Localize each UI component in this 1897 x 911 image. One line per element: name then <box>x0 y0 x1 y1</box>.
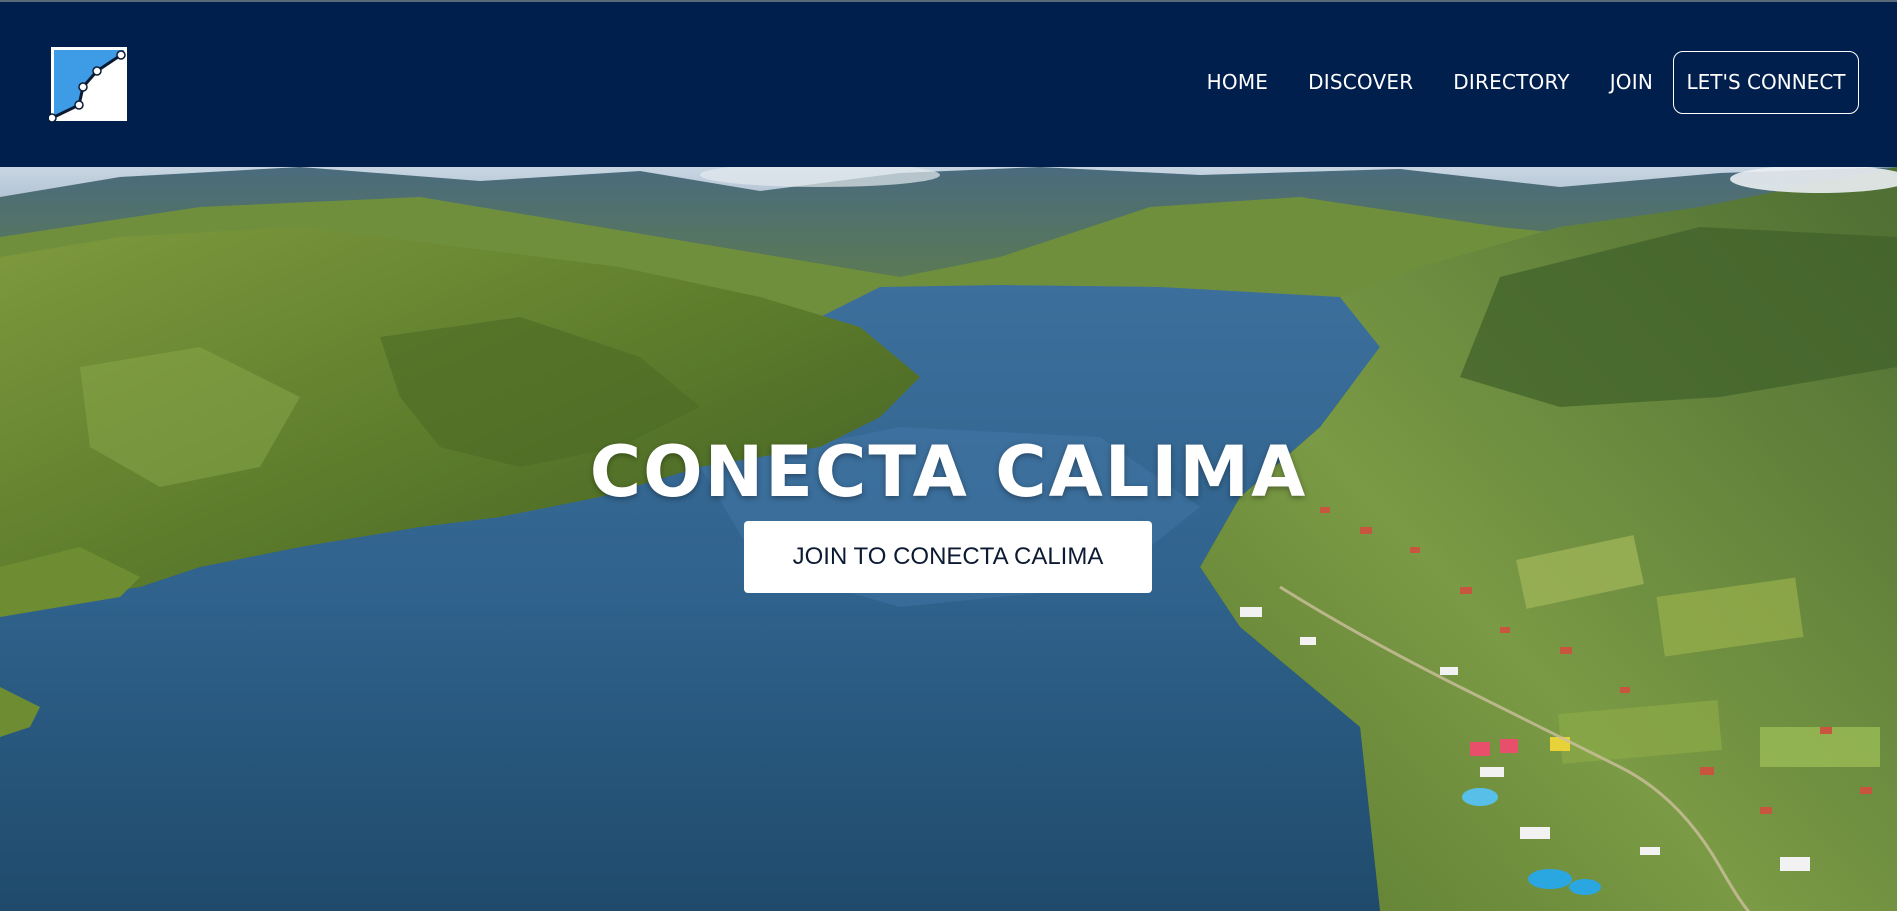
hero-title: CONECTA CALIMA <box>589 431 1308 513</box>
nav-directory-link[interactable]: DIRECTORY <box>1453 70 1569 94</box>
site-logo-icon[interactable] <box>47 45 129 123</box>
nav-home-link[interactable]: HOME <box>1207 70 1268 94</box>
hero-section: CONECTA CALIMA JOIN TO CONECTA CALIMA <box>0 167 1897 911</box>
lets-connect-button[interactable]: LET'S CONNECT <box>1673 50 1859 114</box>
nav-discover-link[interactable]: DISCOVER <box>1308 70 1413 94</box>
main-nav: HOME DISCOVER DIRECTORY JOIN LET'S CONNE… <box>1207 49 1859 115</box>
nav-join-link[interactable]: JOIN <box>1610 70 1653 94</box>
join-conecta-calima-button[interactable]: JOIN TO CONECTA CALIMA <box>744 521 1152 593</box>
site-header: HOME DISCOVER DIRECTORY JOIN LET'S CONNE… <box>0 2 1897 167</box>
